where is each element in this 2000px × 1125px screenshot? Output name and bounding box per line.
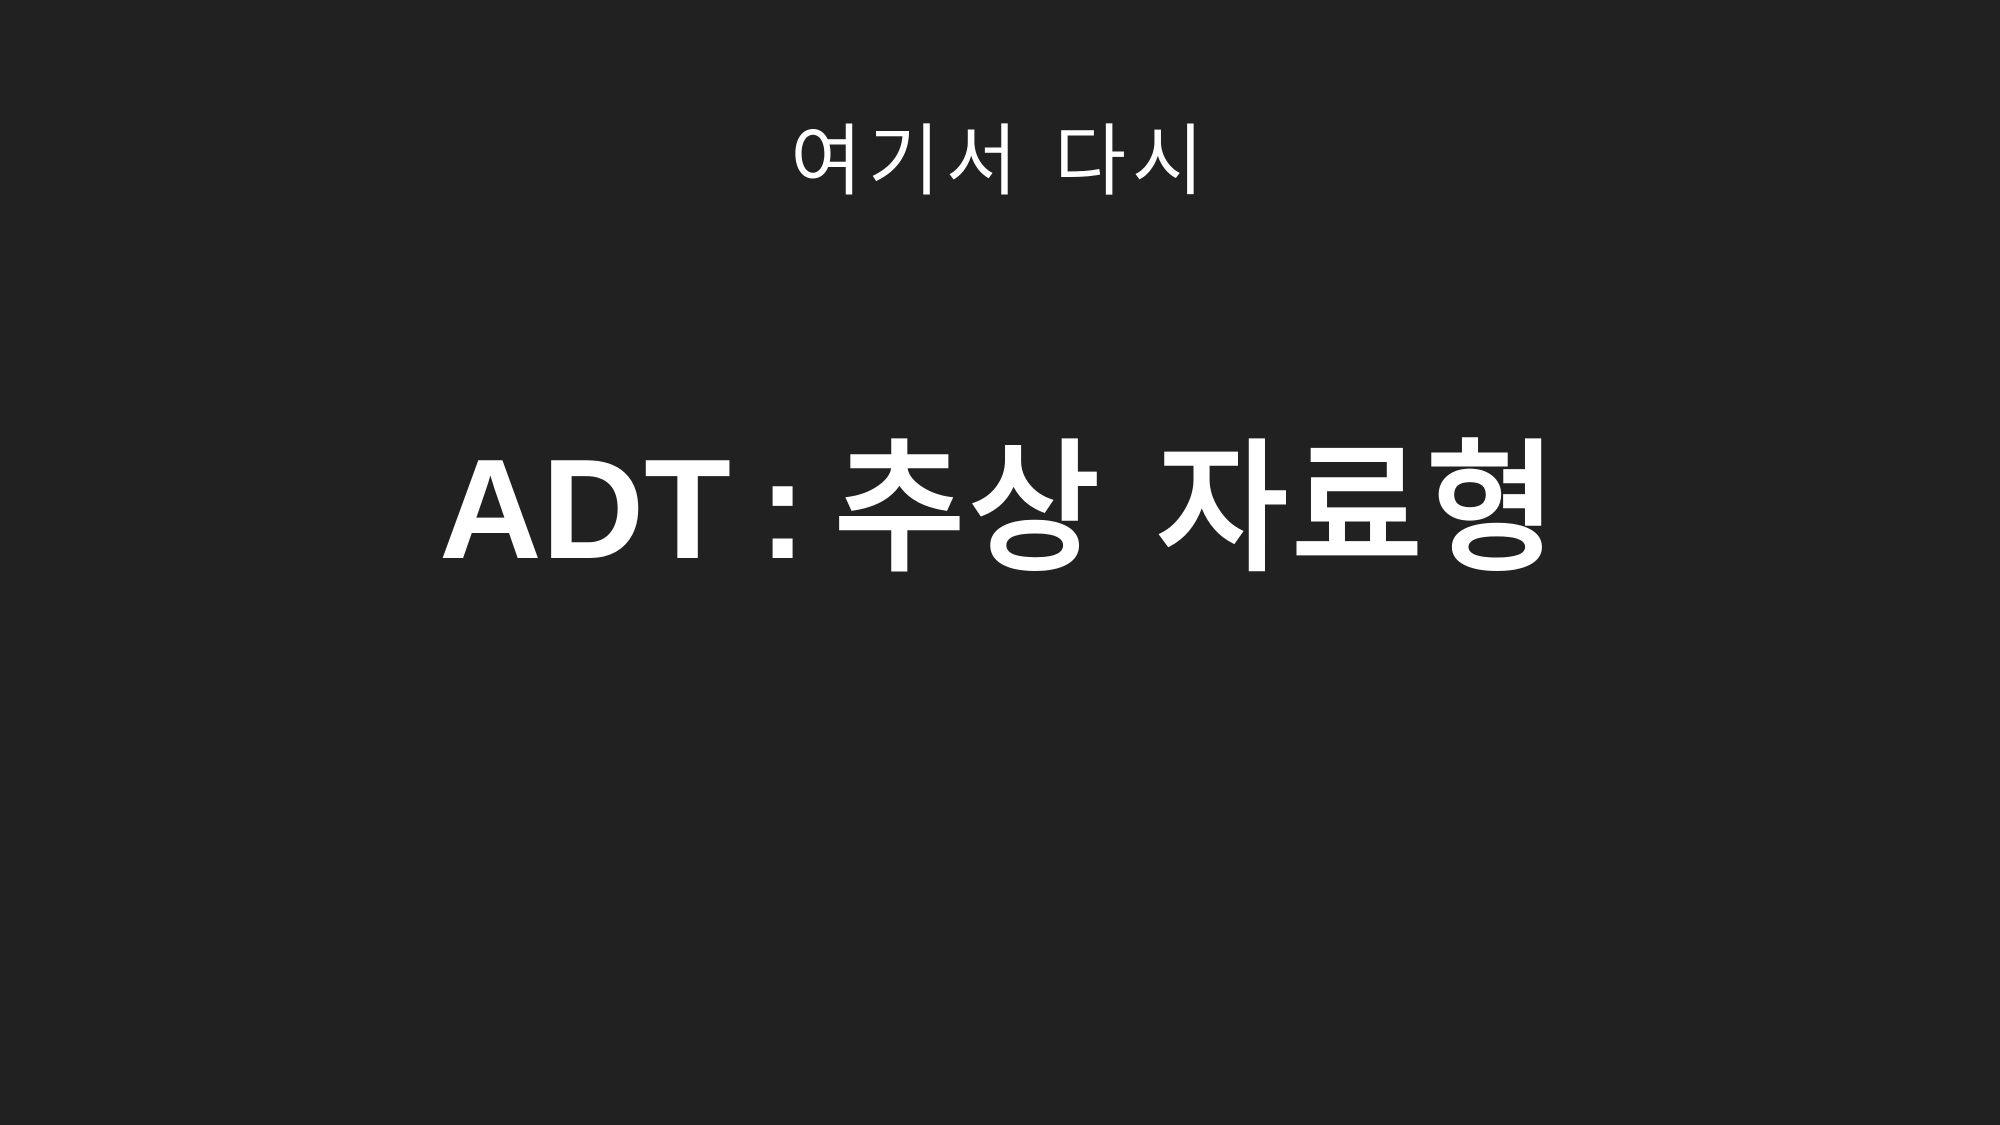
slide-title: ADT: 추상 자료형 — [0, 430, 2000, 590]
title-abbreviation: ADT — [439, 430, 731, 589]
slide-subtitle: 여기서 다시 — [790, 117, 1210, 207]
title-separator: : — [758, 430, 807, 589]
title-korean-term: 추상 자료형 — [834, 427, 1561, 592]
slide: 여기서 다시 ADT: 추상 자료형 — [0, 0, 2000, 1125]
